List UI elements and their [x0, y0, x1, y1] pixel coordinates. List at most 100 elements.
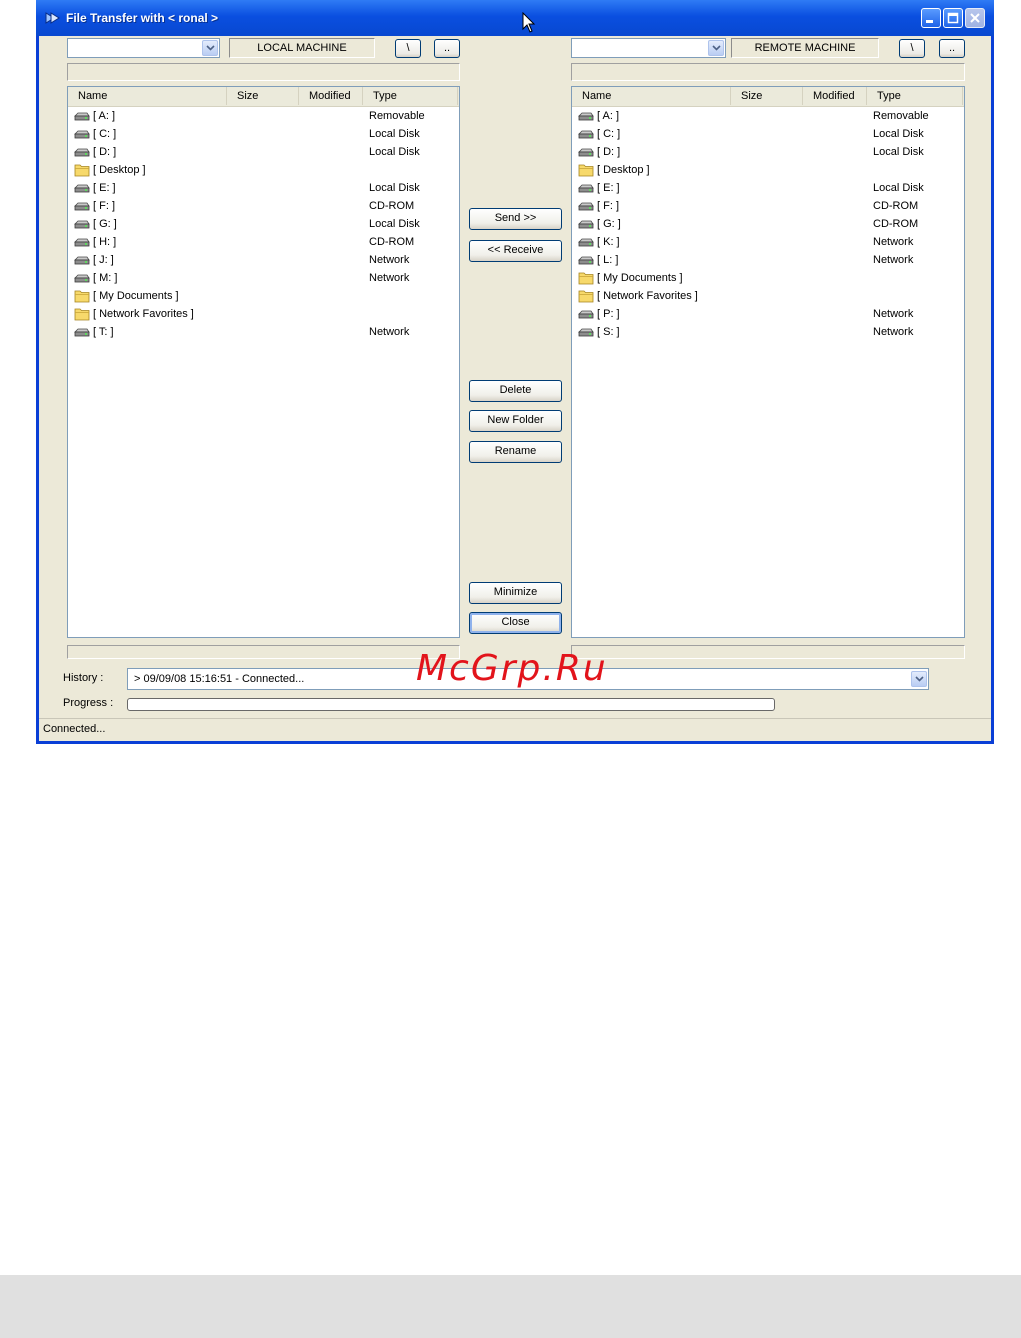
item-name: [ M: ]: [93, 272, 118, 284]
local-list-item[interactable]: [ Network Favorites ]: [68, 305, 459, 323]
item-name: [ G: ]: [93, 218, 117, 230]
local-list-item[interactable]: [ A: ] Removable: [68, 107, 459, 125]
local-list-item[interactable]: [ T: ] Network: [68, 323, 459, 341]
item-name: [ L: ]: [597, 254, 619, 266]
remote-current-path: [571, 63, 965, 81]
drive-icon: [578, 217, 594, 231]
drive-icon: [578, 325, 594, 339]
local-col-name[interactable]: Name: [68, 87, 227, 105]
drive-icon: [74, 253, 90, 267]
remote-rows: [ A: ] Removable [ C: ] Local Disk [ D: ] Loc…: [572, 107, 964, 341]
local-list-item[interactable]: [ E: ] Local Disk: [68, 179, 459, 197]
remote-col-size[interactable]: Size: [731, 87, 803, 105]
delete-button[interactable]: Delete: [469, 380, 562, 402]
remote-list-header: Name Size Modified Type: [572, 87, 964, 107]
transfer-app-icon: [45, 12, 60, 24]
rename-button[interactable]: Rename: [469, 441, 562, 463]
local-list-header: Name Size Modified Type: [68, 87, 459, 107]
local-col-modified[interactable]: Modified: [299, 87, 363, 105]
local-list-item[interactable]: [ C: ] Local Disk: [68, 125, 459, 143]
local-path-combo[interactable]: [67, 38, 220, 58]
new-folder-button[interactable]: New Folder: [469, 410, 562, 432]
close-button[interactable]: Close: [469, 612, 562, 634]
remote-list-item[interactable]: [ D: ] Local Disk: [572, 143, 964, 161]
remote-horizontal-scrollbar[interactable]: [571, 645, 965, 659]
item-name: [ P: ]: [597, 308, 620, 320]
remote-list-item[interactable]: [ Desktop ]: [572, 161, 964, 179]
drive-icon: [74, 271, 90, 285]
item-name: [ G: ]: [597, 218, 621, 230]
send-button[interactable]: Send >>: [469, 208, 562, 230]
item-type: Removable: [873, 110, 929, 122]
local-list-item[interactable]: [ H: ] CD-ROM: [68, 233, 459, 251]
item-name: [ A: ]: [597, 110, 620, 122]
item-name: [ Desktop ]: [597, 164, 650, 176]
local-root-button[interactable]: \: [395, 39, 421, 58]
item-type: Local Disk: [369, 128, 420, 140]
local-list-item[interactable]: [ Desktop ]: [68, 161, 459, 179]
remote-list-item[interactable]: [ K: ] Network: [572, 233, 964, 251]
remote-list-item[interactable]: [ L: ] Network: [572, 251, 964, 269]
history-dropdown[interactable]: [911, 671, 927, 687]
item-type: Local Disk: [873, 182, 924, 194]
item-name: [ A: ]: [93, 110, 116, 122]
history-value: > 09/09/08 15:16:51 - Connected...: [134, 673, 305, 685]
drive-icon: [578, 109, 594, 123]
item-name: [ Network Favorites ]: [597, 290, 698, 302]
chevron-down-icon: [915, 676, 924, 682]
local-col-type[interactable]: Type: [363, 87, 458, 105]
remote-root-button[interactable]: \: [899, 39, 925, 58]
item-type: Network: [873, 254, 914, 266]
remote-list-item[interactable]: [ S: ] Network: [572, 323, 964, 341]
drive-icon: [74, 109, 90, 123]
remote-machine-label: REMOTE MACHINE: [731, 38, 879, 58]
remote-file-list[interactable]: Name Size Modified Type [ A: ] Removable[…: [571, 86, 965, 638]
remote-list-item[interactable]: [ C: ] Local Disk: [572, 125, 964, 143]
item-type: Local Disk: [873, 128, 924, 140]
local-file-list[interactable]: Name Size Modified Type [ A: ] Removable[…: [67, 86, 460, 638]
remote-path-combo[interactable]: [571, 38, 726, 58]
local-up-button[interactable]: ..: [434, 39, 460, 58]
remote-list-item[interactable]: [ F: ] CD-ROM: [572, 197, 964, 215]
local-current-path: [67, 63, 460, 81]
local-list-item[interactable]: [ My Documents ]: [68, 287, 459, 305]
remote-combo-dropdown[interactable]: [708, 40, 724, 56]
local-machine-label: LOCAL MACHINE: [229, 38, 375, 58]
remote-col-modified[interactable]: Modified: [803, 87, 867, 105]
remote-list-item[interactable]: [ My Documents ]: [572, 269, 964, 287]
local-list-item[interactable]: [ G: ] Local Disk: [68, 215, 459, 233]
item-name: [ E: ]: [597, 182, 620, 194]
remote-list-item[interactable]: [ P: ] Network: [572, 305, 964, 323]
minimize-window-button[interactable]: [921, 8, 941, 28]
item-name: [ My Documents ]: [597, 272, 683, 284]
local-horizontal-scrollbar[interactable]: [67, 645, 460, 659]
remote-list-item[interactable]: [ G: ] CD-ROM: [572, 215, 964, 233]
folder-icon: [578, 271, 594, 285]
chevron-down-icon: [712, 45, 721, 51]
history-label: History :: [63, 672, 104, 684]
local-list-item[interactable]: [ D: ] Local Disk: [68, 143, 459, 161]
local-list-item[interactable]: [ J: ] Network: [68, 251, 459, 269]
local-combo-dropdown[interactable]: [202, 40, 218, 56]
local-col-size[interactable]: Size: [227, 87, 299, 105]
folder-icon: [74, 307, 90, 321]
status-bar: Connected...: [39, 718, 991, 741]
receive-button[interactable]: << Receive: [469, 240, 562, 262]
drive-icon: [578, 181, 594, 195]
item-name: [ F: ]: [597, 200, 619, 212]
maximize-window-button[interactable]: [943, 8, 963, 28]
local-rows: [ A: ] Removable [ C: ] Local Disk [ D: ] Loc…: [68, 107, 459, 341]
remote-list-item[interactable]: [ E: ] Local Disk: [572, 179, 964, 197]
remote-col-type[interactable]: Type: [867, 87, 963, 105]
remote-up-button[interactable]: ..: [939, 39, 965, 58]
remote-list-item[interactable]: [ Network Favorites ]: [572, 287, 964, 305]
local-list-item[interactable]: [ F: ] CD-ROM: [68, 197, 459, 215]
item-type: CD-ROM: [369, 236, 415, 248]
minimize-button[interactable]: Minimize: [469, 582, 562, 604]
local-list-item[interactable]: [ M: ] Network: [68, 269, 459, 287]
close-window-button[interactable]: [965, 8, 985, 28]
remote-list-item[interactable]: [ A: ] Removable: [572, 107, 964, 125]
item-type: Network: [873, 236, 914, 248]
title-bar[interactable]: File Transfer with < ronal >: [36, 0, 994, 36]
remote-col-name[interactable]: Name: [572, 87, 731, 105]
